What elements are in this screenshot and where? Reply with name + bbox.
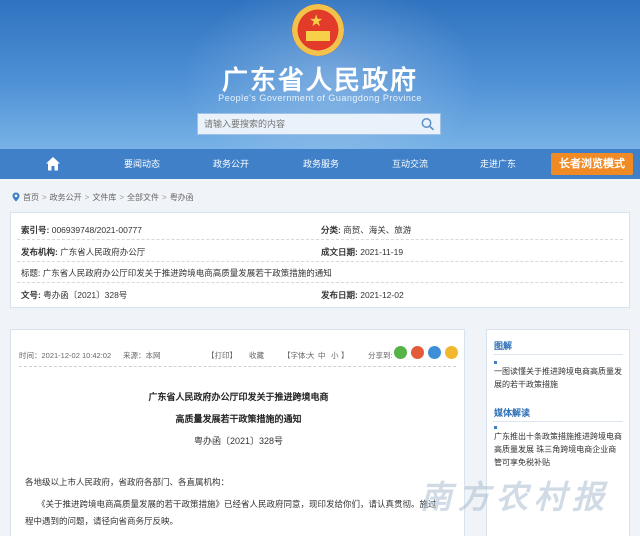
share-label: 分享到: bbox=[368, 351, 393, 360]
article-doc-number: 粤办函〔2021〕328号 bbox=[193, 436, 284, 446]
document-info-box: 索引号: 006939748/2021-00777 分类: 商贸、海关、旅游 发… bbox=[10, 212, 630, 308]
article-panel: 时间：2021-12-02 10:42:02 来源：本网 【打印】 收藏 【字体… bbox=[10, 329, 465, 536]
article-source: 来源：本网 bbox=[123, 351, 161, 360]
article-paragraph-line1: 《关于推进跨境电商高质量发展的若干政策措施》已经省人民政府同意，现印发给你们，请… bbox=[37, 499, 437, 509]
created-date-row: 成文日期: 2021-11-19 bbox=[321, 247, 404, 257]
location-pin-icon bbox=[12, 192, 20, 202]
breadcrumb: 首页 > 政务公开 > 文件库 > 全部文件 > 粤办函 bbox=[12, 190, 194, 204]
font-large-button[interactable]: 大 bbox=[307, 350, 315, 361]
bullet-icon bbox=[494, 426, 497, 429]
breadcrumb-separator: > bbox=[84, 192, 90, 202]
watermark: 南方农村报 bbox=[420, 479, 611, 515]
title-row: 标题: 广东省人民政府办公厅印发关于推进跨境电商高质量发展若干政策措施的通知 bbox=[21, 268, 332, 278]
issuer-row: 发布机构: 广东省人民政府办公厅 bbox=[21, 247, 146, 257]
breadcrumb-separator: > bbox=[42, 192, 47, 202]
breadcrumb-separator: > bbox=[119, 192, 125, 202]
national-emblem-icon: ★ bbox=[292, 4, 344, 56]
nav-item-guangdong[interactable]: 走进广东 bbox=[466, 149, 530, 179]
category-row: 分类: 商贸、海关、旅游 bbox=[321, 225, 412, 235]
breadcrumb-file-library[interactable]: 文件库 bbox=[92, 192, 116, 203]
weibo-share-icon[interactable] bbox=[411, 346, 424, 359]
home-icon[interactable] bbox=[44, 155, 62, 173]
nav-item-news[interactable]: 要闻动态 bbox=[110, 149, 174, 179]
qq-share-icon[interactable] bbox=[428, 346, 441, 359]
article-title-line1: 广东省人民政府办公厅印发关于推进跨境电商 bbox=[148, 392, 329, 402]
breadcrumb-gov-affairs[interactable]: 政务公开 bbox=[50, 192, 82, 203]
font-size-label: 【字体: bbox=[283, 351, 308, 360]
published-date-row: 发布日期: 2021-12-02 bbox=[321, 290, 404, 300]
breadcrumb-all-files[interactable]: 全部文件 bbox=[127, 192, 159, 203]
article-time: 时间：2021-12-02 10:42:02 bbox=[19, 351, 112, 360]
index-row: 索引号: 006939748/2021-00777 bbox=[21, 225, 143, 235]
breadcrumb-current[interactable]: 粤办函 bbox=[170, 192, 194, 203]
favorite-link[interactable]: 收藏 bbox=[249, 350, 264, 361]
site-subtitle: People's Government of Guangdong Provinc… bbox=[218, 93, 422, 103]
sidebar-link-media[interactable]: 广东推出十条政策措施推进跨境电商高质量发展 珠三角跨境电商企业商管可享免税补贴 bbox=[494, 430, 624, 469]
sidebar-link-infographic[interactable]: 一图读懂关于推进跨境电商高质量发展的若干政策措施 bbox=[494, 365, 624, 391]
search-box bbox=[197, 113, 441, 135]
docno-row: 文号: 粤办函〔2021〕328号 bbox=[21, 290, 128, 300]
print-link[interactable]: 【打印】 bbox=[207, 350, 237, 361]
sidebar-section-infographic: 图解 bbox=[494, 341, 513, 351]
breadcrumb-home[interactable]: 首页 bbox=[23, 192, 39, 203]
breadcrumb-separator: > bbox=[162, 192, 167, 202]
nav-item-gov-affairs[interactable]: 政务公开 bbox=[199, 149, 263, 179]
font-small-button[interactable]: 小 bbox=[331, 350, 339, 361]
wechat-share-icon[interactable] bbox=[394, 346, 407, 359]
bullet-icon bbox=[494, 361, 497, 364]
nav-item-interaction[interactable]: 互动交流 bbox=[378, 149, 442, 179]
nav-item-services[interactable]: 政务服务 bbox=[289, 149, 353, 179]
site-header: ★ 广东省人民政府 People's Government of Guangdo… bbox=[0, 0, 640, 149]
article-paragraph-line2: 程中遇到的问题，请径向省商务厅反映。 bbox=[25, 516, 179, 526]
font-size-close: 】 bbox=[341, 351, 349, 360]
article-title-line2: 高质量发展若干政策措施的通知 bbox=[175, 414, 302, 424]
site-title[interactable]: 广东省人民政府 bbox=[0, 60, 640, 97]
qzone-share-icon[interactable] bbox=[445, 346, 458, 359]
search-input[interactable] bbox=[204, 116, 404, 132]
search-icon[interactable] bbox=[420, 117, 436, 131]
main-nav: 要闻动态 政务公开 政务服务 互动交流 走进广东 长者浏览模式 bbox=[0, 149, 640, 179]
font-medium-button[interactable]: 中 bbox=[318, 350, 326, 361]
sidebar-section-media: 媒体解读 bbox=[494, 408, 531, 418]
article-salutation: 各地级以上市人民政府，省政府各部门、各直属机构： bbox=[25, 477, 230, 487]
elder-mode-button[interactable]: 长者浏览模式 bbox=[551, 153, 633, 175]
